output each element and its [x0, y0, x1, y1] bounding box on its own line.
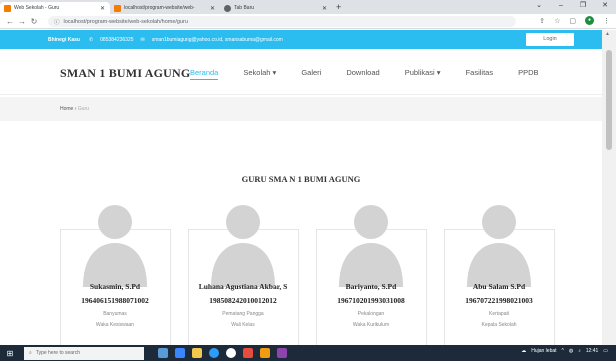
teacher-photo-placeholder-icon	[79, 197, 151, 287]
teacher-nip: 196707221998021003	[465, 296, 533, 305]
mail-icon: ✉	[140, 36, 145, 43]
breadcrumb-home[interactable]: Home	[60, 106, 73, 112]
teacher-role: Wali Kelas	[231, 322, 255, 328]
teacher-role: Kepala Sekolah	[481, 322, 517, 328]
menu-item-publikasi[interactable]: Publikasi ▾	[405, 68, 441, 80]
edge-icon[interactable]	[209, 348, 219, 358]
close-icon[interactable]: ✕	[594, 0, 616, 14]
tab-label: localhost/program-website/web-	[124, 5, 195, 11]
section-title: GURU SMA N 1 BUMI AGUNG	[241, 174, 361, 184]
back-icon[interactable]: ←	[4, 17, 16, 26]
windows-store-icon[interactable]	[175, 348, 185, 358]
top-brand: Bhinegi Kasu	[48, 36, 80, 43]
main-menu: Beranda Sekolah ▾ Galeri Download Publik…	[190, 68, 564, 80]
taskbar-apps	[158, 348, 287, 358]
info-icon[interactable]: ⓘ	[54, 18, 60, 26]
search-placeholder: Type here to search	[35, 350, 81, 356]
forward-icon[interactable]: →	[16, 17, 28, 26]
teacher-birthplace: Pekalongan	[357, 311, 385, 317]
scroll-up-icon[interactable]: ▲	[605, 31, 610, 37]
top-info-bar: Bhinegi Kasu ✆ 085384236325 ✉ sman1bumia…	[0, 30, 602, 49]
address-bar: ← → ↻ ⓘ localhost/program-website/web-se…	[0, 14, 616, 29]
system-tray: ☁ Hujan lebat ^ ◍ ♪ 12:41 ▭	[521, 348, 608, 354]
close-icon[interactable]: ✕	[210, 5, 215, 12]
menu-item-galeri[interactable]: Galeri	[301, 68, 321, 80]
teacher-name: Abu Salam S.Pd	[472, 282, 526, 291]
clock[interactable]: 12:41	[586, 348, 599, 354]
tab-label: Tab Baru	[234, 5, 255, 11]
app-icon[interactable]	[260, 348, 270, 358]
breadcrumb-bar: Home › Guru	[0, 97, 602, 121]
menu-item-ppdb[interactable]: PPDB	[518, 68, 538, 80]
teacher-name: Bariyanto, S.Pd	[345, 282, 397, 291]
teacher-nip: 198508242010012012	[209, 296, 277, 305]
share-icon[interactable]: ⇪	[539, 17, 545, 25]
email-addresses: sman1bumiagung@yahoo.co.id, smansabuma@g…	[151, 36, 283, 43]
volume-icon[interactable]: ♪	[578, 348, 581, 354]
teacher-photo-placeholder-icon	[335, 197, 407, 287]
browser-tab-bar: Web Sekolah - Guru ✕ localhost/program-w…	[0, 0, 616, 14]
maximize-icon[interactable]: ❐	[572, 0, 594, 14]
close-icon[interactable]: ✕	[322, 5, 327, 12]
site-logo[interactable]: SMAN 1 BUMI AGUNG	[60, 66, 190, 81]
scrollbar-thumb[interactable]	[606, 50, 612, 150]
network-icon[interactable]: ◍	[569, 348, 573, 354]
site-favicon-icon	[114, 4, 121, 12]
teacher-birthplace: Kertapati	[488, 311, 509, 317]
breadcrumb-separator: ›	[74, 106, 77, 112]
phone-icon: ✆	[88, 36, 94, 43]
windows-taskbar: ⊞ ⌕ Type here to search ☁ Hujan lebat ^ …	[0, 345, 616, 361]
menu-item-fasilitas[interactable]: Fasilitas	[466, 68, 494, 80]
tab-label: Web Sekolah - Guru	[14, 5, 60, 11]
teacher-nip: 196406151988071002	[81, 296, 149, 305]
task-view-icon[interactable]	[158, 348, 168, 358]
teacher-name: Luhana Agustiana Akbar, S	[198, 282, 288, 291]
menu-item-download[interactable]: Download	[346, 68, 379, 80]
file-explorer-icon[interactable]	[192, 348, 202, 358]
browser-tab-new[interactable]: Tab Baru ✕	[220, 2, 332, 14]
windows-start-icon[interactable]: ⊞	[0, 349, 20, 358]
taskbar-search-input[interactable]: ⌕ Type here to search	[24, 346, 144, 360]
teacher-role: Waka Kurikulum	[352, 322, 390, 328]
url-text: localhost/program-website/web-sekolah/ho…	[63, 18, 188, 25]
login-button[interactable]: Login	[526, 33, 574, 46]
menu-item-beranda[interactable]: Beranda	[190, 68, 219, 80]
weather-text[interactable]: Hujan lebat	[531, 348, 556, 354]
breadcrumb: Home › Guru	[60, 106, 89, 112]
weather-icon[interactable]: ☁	[521, 348, 526, 354]
chrome-icon[interactable]	[226, 348, 236, 358]
teacher-role: Waka Kesiswaan	[95, 322, 135, 328]
menu-dots-icon[interactable]: ⋮	[603, 17, 610, 25]
minimize-icon[interactable]: –	[550, 0, 572, 14]
browser-tab-localhost[interactable]: localhost/program-website/web- ✕	[110, 2, 220, 14]
chrome-icon	[224, 4, 231, 12]
app-icon[interactable]	[277, 348, 287, 358]
profile-avatar[interactable]: ●	[585, 16, 594, 25]
teacher-name: Sukasmin, S.Pd	[89, 282, 141, 291]
new-tab-button[interactable]: +	[336, 2, 341, 14]
toolbar-actions: ⇪ ☆ ▢ ● ⋮	[539, 16, 610, 25]
site-header: SMAN 1 BUMI AGUNG Beranda Sekolah ▾ Gale…	[0, 49, 602, 95]
search-icon: ⌕	[29, 350, 32, 356]
menu-item-sekolah[interactable]: Sekolah ▾	[243, 68, 276, 80]
breadcrumb-current: Guru	[77, 106, 89, 112]
site-favicon-icon	[4, 4, 11, 12]
teacher-nip: 196710201993031008	[337, 296, 405, 305]
reload-icon[interactable]: ↻	[28, 17, 40, 26]
teacher-birthplace: Banyumas	[103, 311, 127, 317]
notification-icon[interactable]: ▭	[603, 348, 608, 354]
url-input[interactable]: ⓘ localhost/program-website/web-sekolah/…	[48, 16, 516, 27]
teacher-photo-placeholder-icon	[207, 197, 279, 287]
chevron-down-icon[interactable]: ⌄	[528, 0, 550, 14]
xampp-icon[interactable]	[243, 348, 253, 358]
chevron-up-icon[interactable]: ^	[562, 348, 564, 354]
teacher-birthplace: Pematang Pangga	[222, 311, 264, 317]
phone-number: 085384236325	[100, 36, 134, 43]
teacher-photo-placeholder-icon	[463, 197, 535, 287]
window-controls: ⌄ – ❐ ✕	[528, 0, 616, 14]
close-icon[interactable]: ✕	[100, 5, 105, 12]
sidepanel-icon[interactable]: ▢	[569, 17, 576, 25]
star-icon[interactable]: ☆	[554, 17, 560, 25]
browser-tab-guru[interactable]: Web Sekolah - Guru ✕	[0, 2, 110, 14]
